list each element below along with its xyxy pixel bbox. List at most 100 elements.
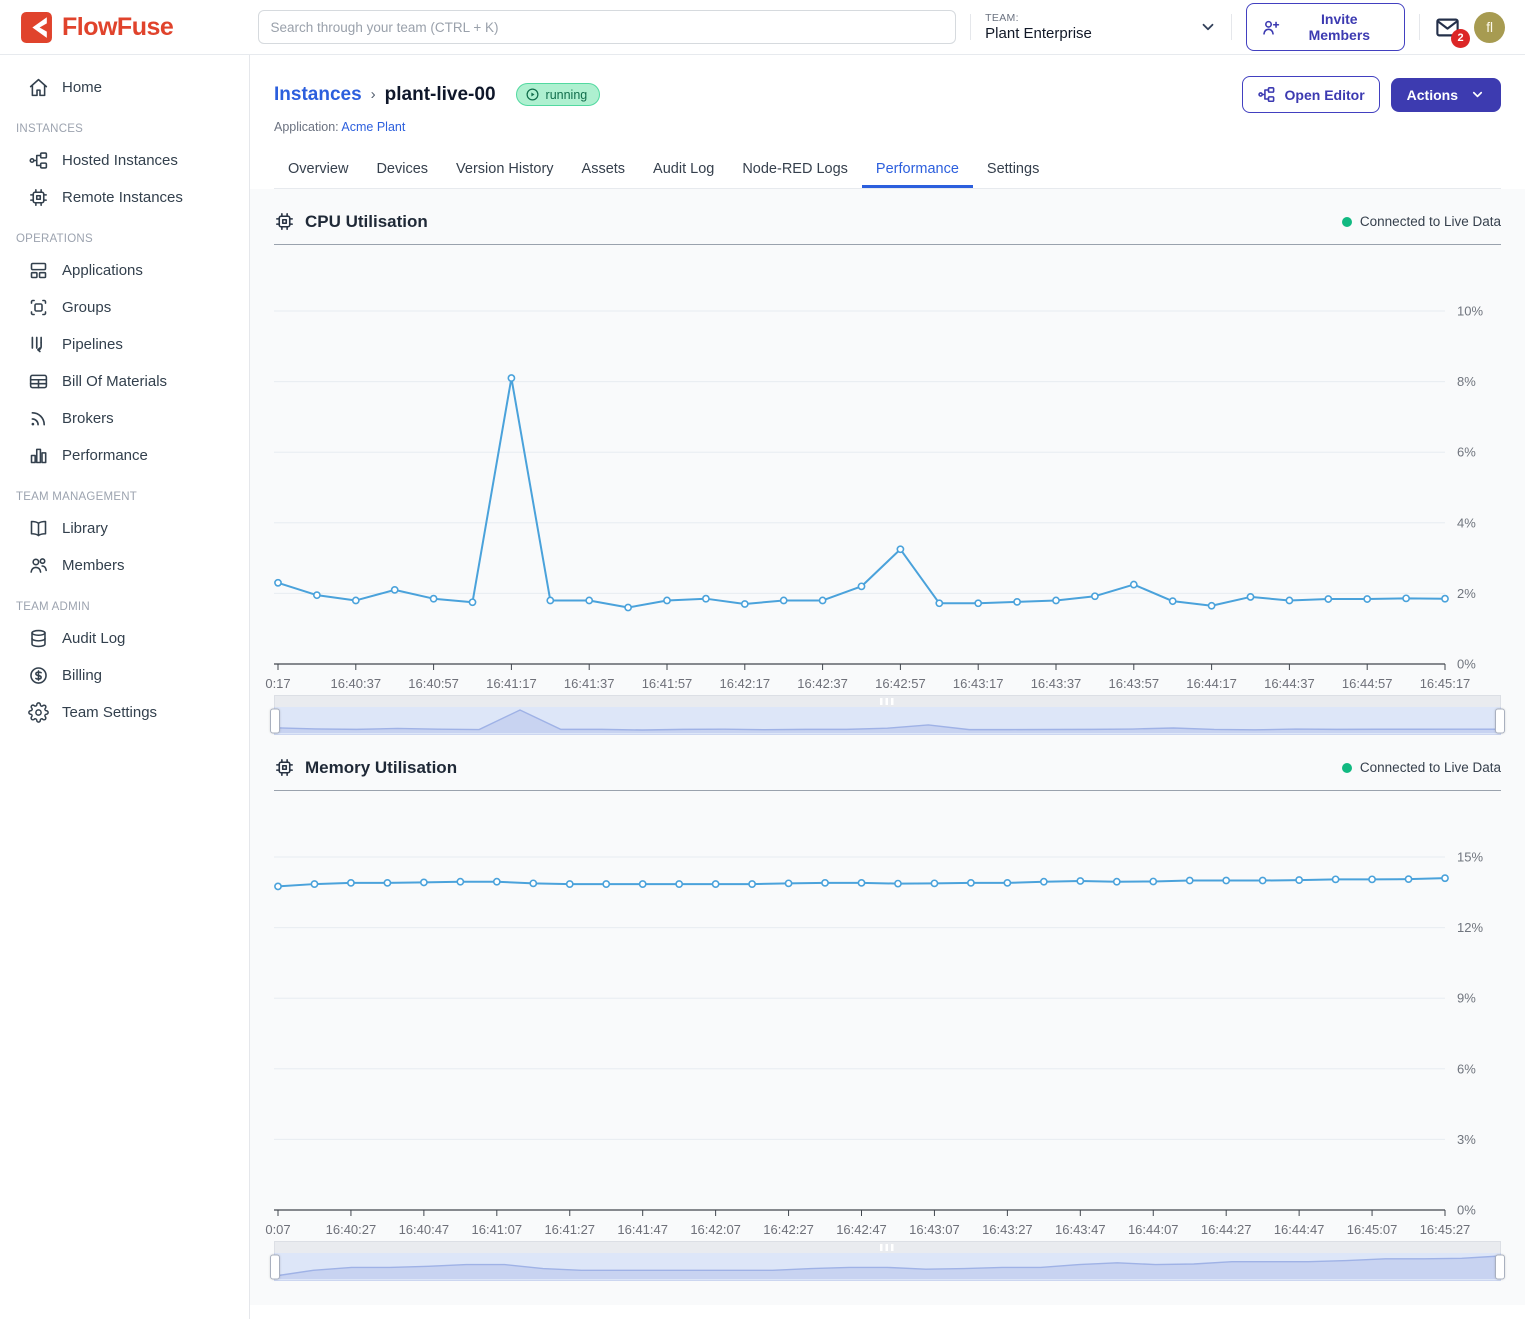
svg-text:16:43:27: 16:43:27 — [982, 1222, 1033, 1237]
sidebar-item-billing[interactable]: Billing — [0, 657, 249, 694]
cpu-chart-navigator[interactable] — [274, 695, 1501, 735]
page-title: plant-live-00 — [385, 84, 496, 106]
sidebar-item-brokers[interactable]: Brokers — [0, 400, 249, 437]
remote-instances-icon — [28, 187, 49, 208]
tab-overview[interactable]: Overview — [274, 151, 362, 188]
sidebar-item-audit-log[interactable]: Audit Log — [0, 620, 249, 657]
cpu-navigator-band[interactable] — [274, 707, 1501, 735]
notifications-button[interactable]: 2 — [1434, 14, 1461, 41]
performance-content: CPU Utilisation Connected to Live Data 0… — [250, 189, 1525, 1305]
svg-text:16:40:37: 16:40:37 — [330, 676, 381, 691]
divider — [970, 14, 971, 40]
svg-text:3%: 3% — [1457, 1132, 1476, 1147]
team-label: TEAM: — [985, 12, 1092, 24]
chevron-down-icon — [1199, 18, 1217, 36]
cpu-navigator-grip[interactable] — [274, 695, 1501, 707]
svg-text:10%: 10% — [1457, 304, 1483, 319]
svg-text:16:44:07: 16:44:07 — [1128, 1222, 1179, 1237]
application-line: Application: Acme Plant — [274, 120, 1501, 134]
cpu-navigator-left-handle[interactable] — [270, 708, 280, 733]
sidebar-item-bill-of-materials[interactable]: Bill Of Materials — [0, 363, 249, 400]
cpu-utilisation-chart[interactable]: 0%2%4%6%8%10%0:1716:40:3716:40:5716:41:1… — [274, 247, 1501, 687]
sidebar-item-hosted-instances[interactable]: Hosted Instances — [0, 142, 249, 179]
notification-count-badge: 2 — [1451, 29, 1470, 48]
sidebar-item-team-settings[interactable]: Team Settings — [0, 694, 249, 731]
section-divider — [274, 244, 1501, 245]
open-editor-button[interactable]: Open Editor — [1242, 76, 1380, 113]
sidebar-item-library[interactable]: Library — [0, 510, 249, 547]
top-navbar: FlowFuse TEAM: Plant Enterprise Invite M… — [0, 0, 1525, 55]
invite-members-button[interactable]: Invite Members — [1246, 3, 1406, 51]
svg-text:16:44:27: 16:44:27 — [1201, 1222, 1252, 1237]
tab-assets[interactable]: Assets — [568, 151, 640, 188]
memory-navigator-left-handle[interactable] — [270, 1254, 280, 1279]
svg-text:16:41:07: 16:41:07 — [472, 1222, 523, 1237]
svg-text:16:45:27: 16:45:27 — [1420, 1222, 1471, 1237]
sidebar-section-team-management: TEAM MANAGEMENT — [0, 474, 249, 510]
tab-devices[interactable]: Devices — [362, 151, 442, 188]
svg-text:16:42:17: 16:42:17 — [719, 676, 770, 691]
search-input[interactable] — [258, 10, 957, 44]
memory-utilisation-section: Memory Utilisation Connected to Live Dat… — [274, 749, 1501, 1281]
svg-text:16:40:27: 16:40:27 — [326, 1222, 377, 1237]
memory-navigator-grip[interactable] — [274, 1241, 1501, 1253]
sidebar-item-remote-instances[interactable]: Remote Instances — [0, 179, 249, 216]
svg-text:16:41:47: 16:41:47 — [617, 1222, 668, 1237]
breadcrumb: Instances › plant-live-00 running Open E… — [274, 76, 1501, 113]
sidebar-item-applications[interactable]: Applications — [0, 252, 249, 289]
breadcrumb-instances-link[interactable]: Instances — [274, 84, 362, 106]
svg-text:16:42:27: 16:42:27 — [763, 1222, 814, 1237]
memory-chart-title: Memory Utilisation — [305, 758, 457, 778]
brand-wordmark: FlowFuse — [62, 13, 173, 42]
application-link[interactable]: Acme Plant — [341, 120, 405, 134]
chevron-down-icon — [1470, 87, 1485, 102]
svg-text:16:41:57: 16:41:57 — [642, 676, 693, 691]
memory-chart-navigator[interactable] — [274, 1241, 1501, 1281]
svg-text:0:07: 0:07 — [265, 1222, 290, 1237]
svg-text:16:42:07: 16:42:07 — [690, 1222, 741, 1237]
svg-text:16:41:17: 16:41:17 — [486, 676, 537, 691]
sidebar-item-performance[interactable]: Performance — [0, 437, 249, 474]
user-avatar[interactable]: fl — [1474, 12, 1505, 43]
svg-text:16:42:37: 16:42:37 — [797, 676, 848, 691]
tab-performance[interactable]: Performance — [862, 151, 973, 188]
svg-text:0%: 0% — [1457, 657, 1476, 672]
hosted-instances-icon — [28, 150, 49, 171]
sidebar-item-groups[interactable]: Groups — [0, 289, 249, 326]
page-header: Instances › plant-live-00 running Open E… — [250, 55, 1525, 189]
memory-navigator-right-handle[interactable] — [1495, 1254, 1505, 1279]
tab-version-history[interactable]: Version History — [442, 151, 568, 188]
sidebar-item-members[interactable]: Members — [0, 547, 249, 584]
tab-node-red-logs[interactable]: Node-RED Logs — [728, 151, 862, 188]
svg-text:16:43:57: 16:43:57 — [1108, 676, 1159, 691]
svg-text:16:43:07: 16:43:07 — [909, 1222, 960, 1237]
svg-text:12%: 12% — [1457, 920, 1483, 935]
database-icon — [28, 628, 49, 649]
cpu-navigator-right-handle[interactable] — [1495, 708, 1505, 733]
grip-icon — [880, 1244, 896, 1251]
svg-text:16:42:47: 16:42:47 — [836, 1222, 887, 1237]
sidebar-item-pipelines[interactable]: Pipelines — [0, 326, 249, 363]
memory-utilisation-chart[interactable]: 0%3%6%9%12%15%0:0716:40:2716:40:4716:41:… — [274, 793, 1501, 1233]
pipelines-icon — [28, 334, 49, 355]
actions-button[interactable]: Actions — [1391, 78, 1501, 112]
memory-chip-icon — [274, 757, 295, 778]
section-divider — [274, 790, 1501, 791]
svg-text:16:40:57: 16:40:57 — [408, 676, 459, 691]
flowfuse-logo[interactable]: FlowFuse — [0, 11, 258, 44]
tab-audit-log[interactable]: Audit Log — [639, 151, 728, 188]
user-plus-icon — [1261, 18, 1280, 37]
groups-icon — [28, 297, 49, 318]
svg-text:16:44:47: 16:44:47 — [1274, 1222, 1325, 1237]
library-icon — [28, 518, 49, 539]
memory-navigator-band[interactable] — [274, 1253, 1501, 1281]
gear-icon — [28, 702, 49, 723]
cpu-navigator-minichart — [275, 707, 1500, 733]
sidebar-section-operations: OPERATIONS — [0, 216, 249, 252]
svg-text:16:44:57: 16:44:57 — [1342, 676, 1393, 691]
sidebar-section-instances: INSTANCES — [0, 106, 249, 142]
sidebar-item-home[interactable]: Home — [0, 69, 249, 106]
navbar-right: TEAM: Plant Enterprise Invite Members 2 … — [956, 3, 1525, 51]
tab-settings[interactable]: Settings — [973, 151, 1053, 188]
team-selector[interactable]: TEAM: Plant Enterprise — [985, 12, 1216, 42]
